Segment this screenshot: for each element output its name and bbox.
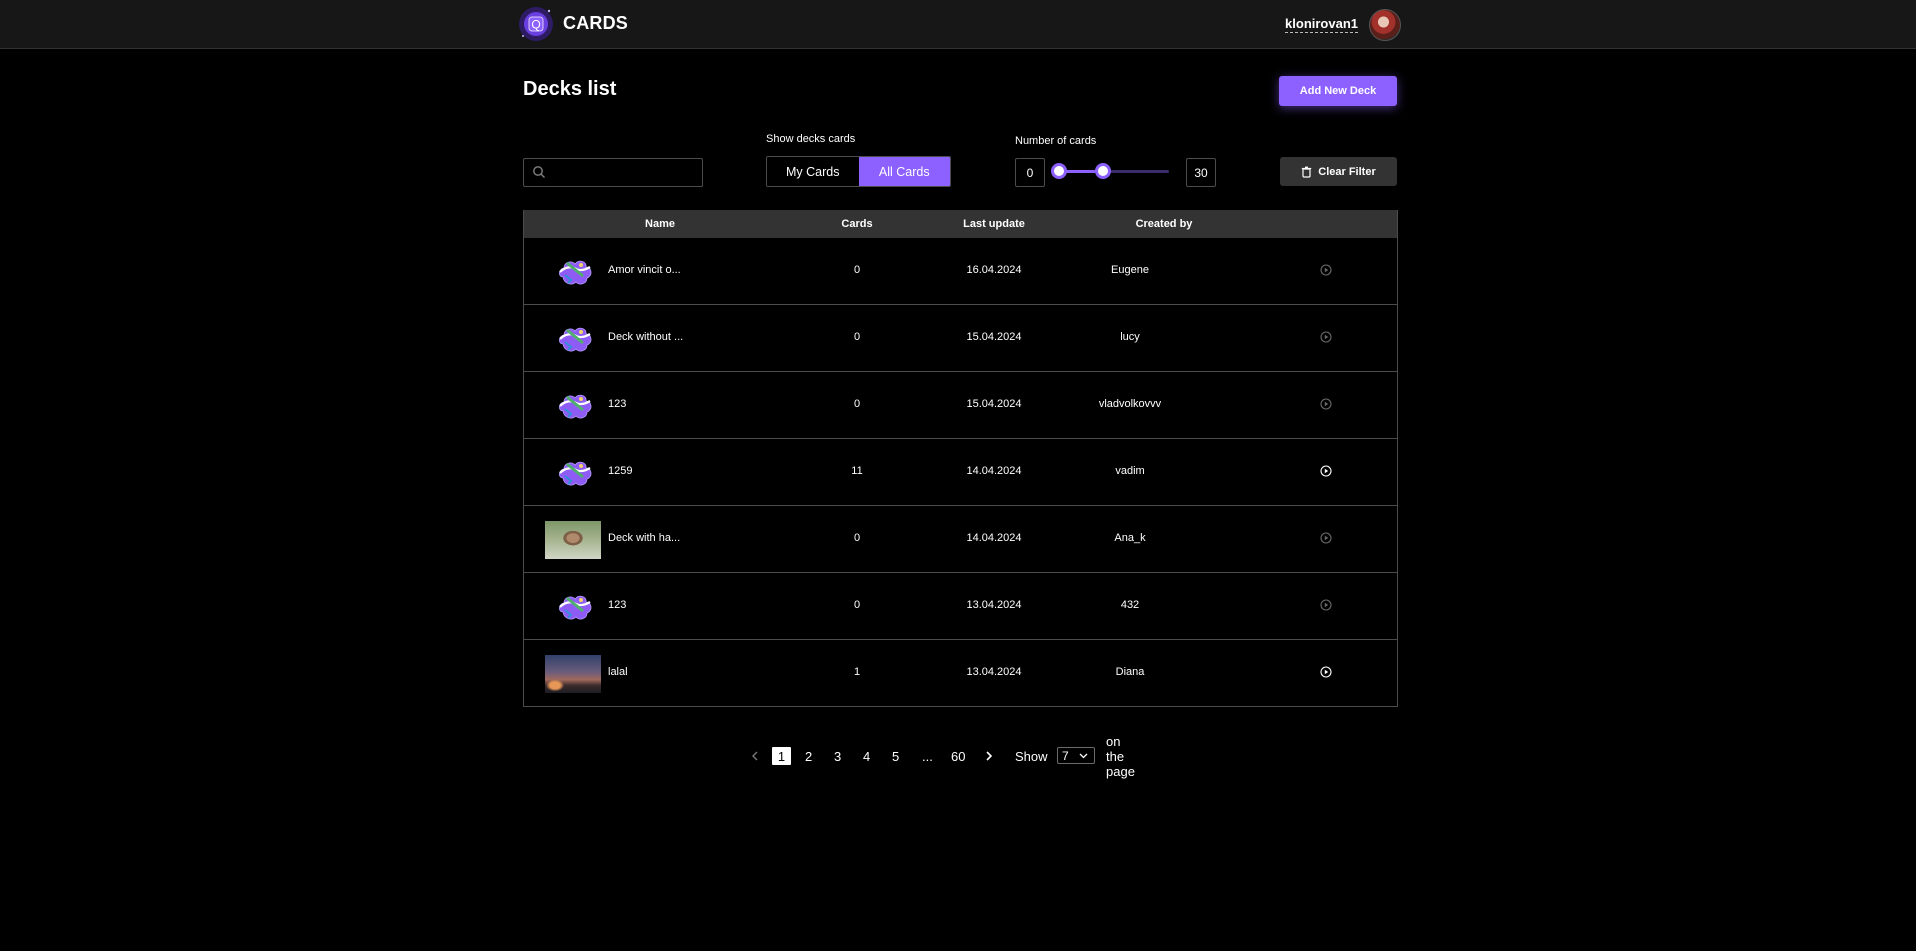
play-icon[interactable] <box>1320 331 1332 343</box>
table-row[interactable]: Amor vincit o... 0 16.04.2024 Eugene <box>524 238 1397 304</box>
table-row[interactable]: 1259 11 14.04.2024 vadim <box>524 438 1397 505</box>
deck-cover-cloud-icon <box>557 456 593 489</box>
on-the-page-label: on the page <box>1106 733 1135 779</box>
add-new-deck-button[interactable]: Add New Deck <box>1279 76 1397 106</box>
page-3-button[interactable]: 3 <box>834 747 841 765</box>
deck-cover-cloud-icon <box>557 322 593 355</box>
deck-author: 432 <box>1120 599 1140 611</box>
table-header: Name Cards Last update Created by <box>524 210 1397 238</box>
deck-cards-count: 0 <box>853 532 861 544</box>
page-ellipsis: ... <box>922 748 933 764</box>
deck-author: Ana_k <box>1114 532 1146 544</box>
page-1-button[interactable]: 1 <box>772 747 791 765</box>
column-last-update[interactable]: Last update <box>963 218 1025 230</box>
deck-cover-cloud-icon <box>557 590 593 623</box>
cards-range-slider[interactable] <box>1059 170 1169 173</box>
show-decks-label: Show decks cards <box>766 133 856 145</box>
tab-my-cards[interactable]: My Cards <box>767 157 859 186</box>
username-link[interactable]: klonirovan1 <box>1285 16 1358 33</box>
top-header: Q CARDS klonirovan1 <box>0 0 1916 49</box>
play-icon[interactable] <box>1320 264 1332 276</box>
column-cards[interactable]: Cards <box>841 218 872 230</box>
play-icon[interactable] <box>1320 465 1332 477</box>
decks-tabs: My Cards All Cards <box>766 156 951 187</box>
table-body: Amor vincit o... 0 16.04.2024 Eugene Deck wi… <box>524 238 1397 706</box>
tab-all-cards[interactable]: All Cards <box>858 157 950 186</box>
deck-cover-hamster-image <box>545 521 601 559</box>
trash-icon <box>1302 166 1312 178</box>
min-cards-value[interactable]: 0 <box>1015 158 1045 187</box>
clear-filter-button[interactable]: Clear Filter <box>1280 157 1397 186</box>
deck-cards-count: 1 <box>853 666 861 678</box>
table-row[interactable]: 123 0 15.04.2024 vladvolkovvv <box>524 371 1397 438</box>
deck-author: Diana <box>1115 666 1145 678</box>
search-input[interactable] <box>550 159 699 186</box>
search-icon <box>533 166 545 178</box>
chevron-down-icon <box>1079 753 1088 759</box>
max-cards-value[interactable]: 30 <box>1186 158 1216 187</box>
table-row[interactable]: Deck with ha... 0 14.04.2024 Ana_k <box>524 505 1397 572</box>
deck-name[interactable]: 123 <box>608 599 626 611</box>
chevron-right-icon[interactable] <box>982 747 996 765</box>
app-name: CARDS <box>563 13 629 33</box>
per-page-select[interactable]: 7 <box>1057 747 1095 764</box>
deck-cards-count: 0 <box>853 599 861 611</box>
deck-cards-count: 0 <box>853 264 861 276</box>
show-label: Show <box>1015 748 1048 764</box>
decks-table: Name Cards Last update Created by Amor v… <box>523 210 1398 707</box>
slider-min-handle[interactable] <box>1051 163 1067 179</box>
per-page-value: 7 <box>1062 748 1069 763</box>
deck-name[interactable]: 123 <box>608 398 626 410</box>
play-icon[interactable] <box>1320 532 1332 544</box>
table-row[interactable]: Deck without ... 0 15.04.2024 lucy <box>524 304 1397 371</box>
table-row[interactable]: lalal 1 13.04.2024 Diana <box>524 639 1397 706</box>
deck-last-update: 13.04.2024 <box>966 599 1022 611</box>
page-60-button[interactable]: 60 <box>951 747 965 765</box>
column-name[interactable]: Name <box>645 218 675 230</box>
slider-max-handle[interactable] <box>1095 163 1111 179</box>
deck-author: lucy <box>1120 331 1140 343</box>
deck-last-update: 13.04.2024 <box>966 666 1022 678</box>
deck-cover-sunset-image <box>545 655 601 693</box>
page-5-button[interactable]: 5 <box>892 747 899 765</box>
deck-last-update: 16.04.2024 <box>966 264 1022 276</box>
user-avatar[interactable] <box>1369 9 1401 41</box>
search-field[interactable] <box>523 158 703 187</box>
deck-name[interactable]: Deck without ... <box>608 331 683 343</box>
chevron-left-icon[interactable] <box>748 747 762 765</box>
logo-letter: Q <box>531 18 540 32</box>
clear-filter-label: Clear Filter <box>1318 165 1376 178</box>
number-of-cards-label: Number of cards <box>1015 135 1097 147</box>
play-icon[interactable] <box>1320 666 1332 678</box>
deck-name[interactable]: lalal <box>608 666 628 678</box>
deck-last-update: 14.04.2024 <box>966 465 1022 477</box>
deck-cover-cloud-icon <box>557 255 593 288</box>
app-logo-icon[interactable]: Q <box>518 6 554 42</box>
deck-name[interactable]: 1259 <box>608 465 632 477</box>
deck-last-update: 15.04.2024 <box>966 331 1022 343</box>
deck-name[interactable]: Amor vincit o... <box>608 264 681 276</box>
page-2-button[interactable]: 2 <box>805 747 812 765</box>
deck-cards-count: 11 <box>851 465 863 477</box>
deck-author: vladvolkovvv <box>1098 398 1162 410</box>
table-row[interactable]: 123 0 13.04.2024 432 <box>524 572 1397 639</box>
page-title: Decks list <box>523 78 617 100</box>
deck-cards-count: 0 <box>853 398 861 410</box>
deck-cover-cloud-icon <box>557 389 593 422</box>
deck-author: vadim <box>1115 465 1145 477</box>
deck-author: Eugene <box>1111 264 1149 276</box>
play-icon[interactable] <box>1320 398 1332 410</box>
deck-last-update: 15.04.2024 <box>966 398 1022 410</box>
page-4-button[interactable]: 4 <box>863 747 870 765</box>
deck-name[interactable]: Deck with ha... <box>608 532 680 544</box>
column-created-by[interactable]: Created by <box>1136 218 1193 230</box>
deck-cards-count: 0 <box>853 331 861 343</box>
play-icon[interactable] <box>1320 599 1332 611</box>
deck-last-update: 14.04.2024 <box>966 532 1022 544</box>
